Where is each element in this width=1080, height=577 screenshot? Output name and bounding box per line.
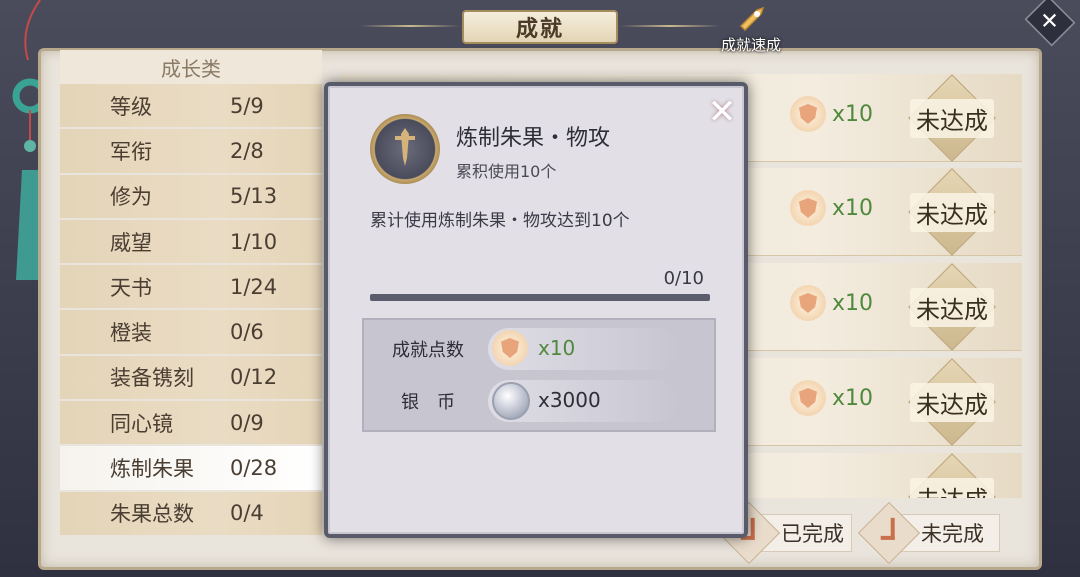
category-count: 0/6	[230, 320, 264, 345]
popup-description: 累计使用炼制朱果・物攻达到10个	[370, 211, 630, 231]
category-item[interactable]: 军衔 2/8	[60, 129, 322, 173]
title-ornament-right	[620, 25, 720, 27]
category-item[interactable]: 威望 1/10	[60, 219, 322, 264]
category-count: 0/12	[230, 365, 278, 390]
achievement-point-icon	[492, 330, 528, 366]
reward-amount: x10	[832, 290, 874, 316]
reward-amount: x10	[832, 101, 874, 127]
category-count: 0/9	[230, 410, 264, 435]
status-button[interactable]: 未达成	[896, 74, 1008, 162]
rocket-icon	[733, 2, 769, 32]
category-item[interactable]: 修为 5/13	[60, 174, 322, 218]
reward-amount: x3000	[538, 388, 601, 412]
filter-incomplete-label: 未完成	[921, 522, 984, 546]
category-item[interactable]: 朱果总数 0/4	[60, 491, 322, 535]
achievement-point-icon	[790, 96, 826, 132]
status-label: 未达成	[910, 192, 994, 232]
category-name: 装备镌刻	[110, 366, 194, 391]
reward-box: 成就点数 x10 银 币 x3000	[362, 318, 716, 432]
silver-coin-icon	[492, 382, 530, 420]
close-icon: ✕	[1040, 7, 1060, 35]
category-count: 2/8	[230, 138, 264, 163]
category-item[interactable]: 同心镜 0/9	[60, 401, 322, 445]
category-name: 炼制朱果	[110, 457, 194, 482]
popup-title: 炼制朱果・物攻	[456, 126, 611, 151]
category-item[interactable]: 装备镌刻 0/12	[60, 355, 322, 400]
filter-incomplete-button[interactable]: 未完成	[857, 501, 1000, 565]
reward-row: 成就点数 x10	[364, 324, 714, 374]
achievement-point-icon	[790, 190, 826, 226]
category-count: 5/13	[230, 184, 278, 209]
achievement-point-icon	[790, 285, 826, 321]
achievement-reward: x10	[790, 96, 873, 132]
category-group-header: 成长类	[60, 50, 322, 84]
status-label: 未达成	[910, 477, 994, 498]
progress-bar	[370, 294, 710, 301]
category-count: 0/28	[230, 456, 278, 481]
filter-completed-label: 已完成	[781, 522, 844, 546]
quick-complete-button[interactable]: 成就速成	[706, 2, 796, 58]
category-name: 天书	[110, 275, 152, 300]
reward-row: 银 币 x3000	[364, 376, 714, 426]
reward-label: 银 币	[401, 392, 455, 413]
popup-subtitle: 累积使用10个	[456, 162, 557, 181]
category-name: 威望	[110, 230, 152, 255]
achievement-detail-popup: ✕ 炼制朱果・物攻 累积使用10个 累计使用炼制朱果・物攻达到10个 0/10 …	[324, 82, 748, 538]
filter-completed-button[interactable]: 已完成	[717, 501, 852, 565]
achievement-reward: x10	[790, 190, 873, 226]
page-title: 成就	[462, 10, 618, 44]
category-item-active[interactable]: 炼制朱果 0/28	[60, 446, 322, 490]
category-name: 军衔	[110, 139, 152, 164]
category-item[interactable]: 天书 1/24	[60, 265, 322, 309]
category-count: 5/9	[230, 93, 264, 118]
category-item[interactable]: 等级 5/9	[60, 84, 322, 128]
category-count: 0/4	[230, 501, 264, 526]
category-item[interactable]: 橙装 0/6	[60, 310, 322, 354]
status-label: 未达成	[910, 98, 994, 138]
achievement-reward: x10	[790, 380, 873, 416]
status-button[interactable]: 未达成	[896, 358, 1008, 446]
status-label: 未达成	[910, 287, 994, 327]
status-label: 未达成	[910, 382, 994, 422]
reward-amount: x10	[832, 385, 874, 411]
sword-emblem-icon	[370, 114, 440, 184]
category-name: 同心镜	[110, 411, 173, 436]
reward-amount: x10	[832, 195, 874, 221]
status-button[interactable]: 未达成	[896, 263, 1008, 351]
category-name: 朱果总数	[110, 502, 194, 527]
popup-close-icon[interactable]: ✕	[706, 92, 738, 132]
reward-label: 成就点数	[392, 340, 464, 361]
category-count: 1/24	[230, 274, 278, 299]
status-button[interactable]: 未达成	[896, 453, 1008, 498]
category-list: 成长类 等级 5/9 军衔 2/8 修为 5/13 威望 1/10 天书 1/2…	[60, 50, 322, 555]
achievement-point-icon	[790, 380, 826, 416]
quick-complete-label: 成就速成	[720, 36, 781, 54]
category-count: 1/10	[230, 229, 278, 254]
progress-text: 0/10	[663, 268, 704, 289]
title-ornament-left	[360, 25, 460, 27]
category-name: 橙装	[110, 321, 152, 346]
category-name: 修为	[110, 185, 152, 210]
achievement-reward: x10	[790, 285, 873, 321]
status-button[interactable]: 未达成	[896, 168, 1008, 256]
category-name: 等级	[110, 94, 152, 119]
reward-amount: x10	[538, 336, 576, 360]
